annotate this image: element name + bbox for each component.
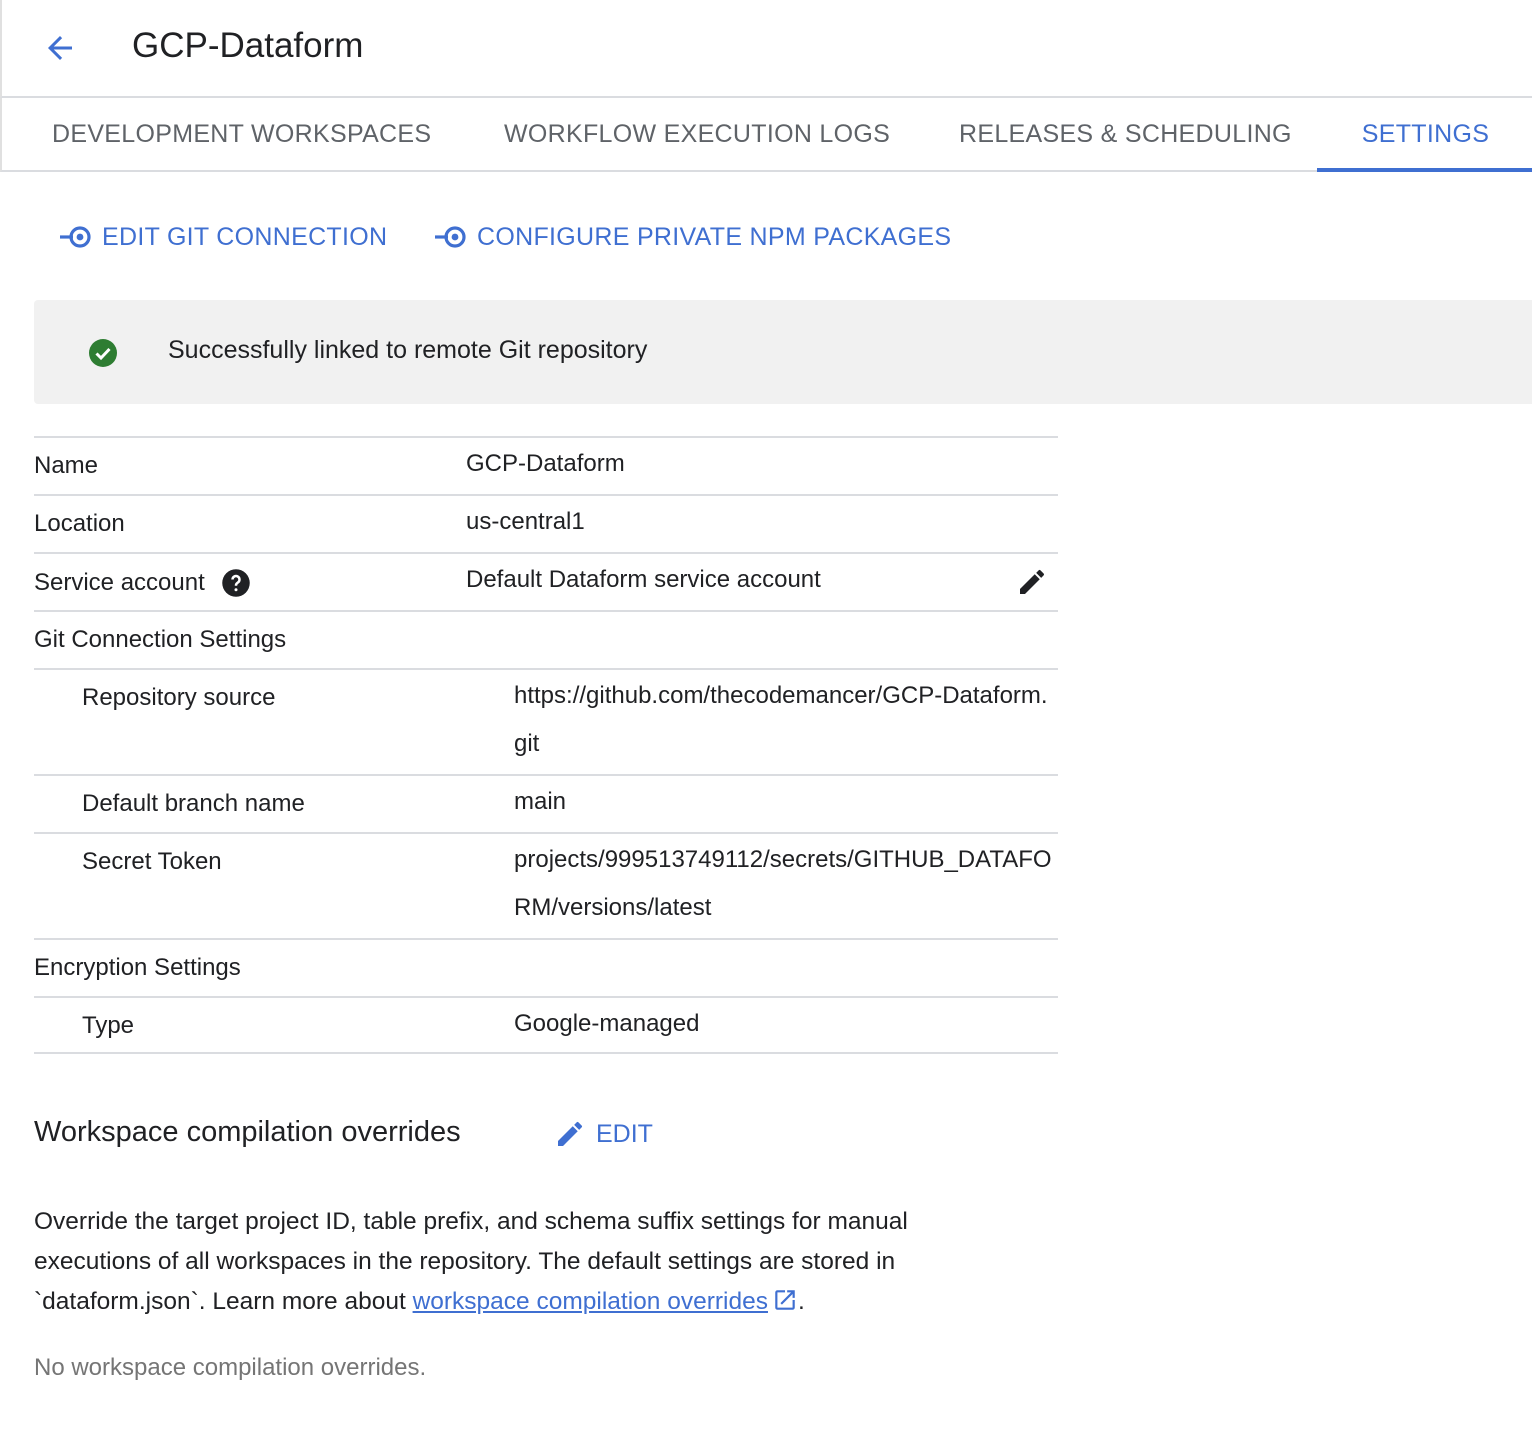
pencil-icon: [558, 1121, 583, 1146]
edit-overrides-label: EDIT: [596, 1119, 653, 1148]
detail-row-secret-token: Secret Token projects/999513749112/secre…: [34, 832, 1058, 938]
detail-row-service-account: Service account Default Dataform service…: [34, 552, 1058, 610]
detail-row-default-branch: Default branch name main: [34, 774, 1058, 832]
tab-development-workspaces[interactable]: DEVELOPMENT WORKSPACES: [52, 98, 431, 170]
git-connection-section-row: Git Connection Settings: [34, 610, 1058, 668]
tab-workflow-execution-logs[interactable]: WORKFLOW EXECUTION LOGS: [504, 98, 890, 170]
input-link-icon: [60, 226, 91, 248]
service-account-label-wrap: Service account: [34, 568, 251, 598]
encryption-section-row: Encryption Settings: [34, 938, 1058, 996]
secret-token-value: projects/999513749112/secrets/GITHUB_DAT…: [514, 846, 1052, 921]
type-value: Google-managed: [514, 1010, 700, 1037]
overrides-description-end: .: [797, 1288, 805, 1315]
overrides-link-text: workspace compilation overrides: [412, 1288, 768, 1315]
success-banner: Successfully linked to remote Git reposi…: [34, 300, 1532, 404]
configure-npm-packages-label: CONFIGURE PRIVATE NPM PACKAGES: [477, 222, 952, 251]
repository-source-value: https://github.com/thecodemancer/GCP-Dat…: [514, 682, 1048, 757]
repository-details: Name GCP-Dataform Location us-central1 S…: [34, 436, 1058, 1054]
edit-service-account-button[interactable]: [1016, 566, 1048, 603]
configure-npm-packages-button[interactable]: CONFIGURE PRIVATE NPM PACKAGES: [433, 212, 951, 262]
encryption-section-title: Encryption Settings: [34, 954, 241, 981]
edit-overrides-button[interactable]: EDIT: [554, 1118, 653, 1150]
service-account-label: Service account: [34, 569, 205, 596]
location-value: us-central1: [466, 508, 585, 535]
name-label: Name: [34, 452, 99, 479]
default-branch-value: main: [514, 788, 567, 815]
tab-settings[interactable]: SETTINGS: [1317, 98, 1532, 172]
back-button[interactable]: [38, 28, 82, 68]
overrides-heading: Workspace compilation overrides: [34, 1116, 461, 1148]
detail-row-location: Location us-central1: [34, 494, 1058, 552]
input-link-icon: [435, 226, 466, 248]
arrow-back-icon: [48, 36, 72, 60]
git-connection-section-title: Git Connection Settings: [34, 626, 287, 653]
default-branch-label: Default branch name: [82, 790, 305, 817]
edit-git-connection-label: EDIT GIT CONNECTION: [102, 222, 388, 251]
secret-token-label: Secret Token: [82, 848, 222, 875]
tab-bar: DEVELOPMENT WORKSPACES WORKFLOW EXECUTIO…: [0, 98, 1532, 172]
name-value: GCP-Dataform: [466, 450, 625, 477]
detail-row-repository-source: Repository source https://github.com/the…: [34, 668, 1058, 774]
type-label: Type: [82, 1012, 135, 1039]
open-in-new-icon: [775, 1290, 795, 1310]
help-icon[interactable]: [221, 568, 251, 598]
check-circle-icon: [89, 339, 117, 367]
overrides-description: Override the target project ID, table pr…: [34, 1202, 994, 1322]
location-label: Location: [34, 510, 125, 537]
tab-releases-scheduling[interactable]: RELEASES & SCHEDULING: [959, 98, 1292, 170]
pencil-icon: [1020, 569, 1045, 594]
no-overrides-text: No workspace compilation overrides.: [34, 1354, 427, 1381]
overrides-learn-more-link[interactable]: workspace compilation overrides: [413, 1288, 768, 1315]
service-account-value: Default Dataform service account: [466, 566, 821, 593]
detail-row-name: Name GCP-Dataform: [34, 436, 1058, 494]
repository-source-label: Repository source: [82, 684, 276, 711]
edit-git-connection-button[interactable]: EDIT GIT CONNECTION: [58, 212, 387, 262]
app-header: GCP-Dataform: [0, 0, 1532, 98]
detail-row-type: Type Google-managed: [34, 996, 1058, 1054]
banner-message: Successfully linked to remote Git reposi…: [168, 336, 648, 364]
page-title: GCP-Dataform: [132, 26, 364, 65]
